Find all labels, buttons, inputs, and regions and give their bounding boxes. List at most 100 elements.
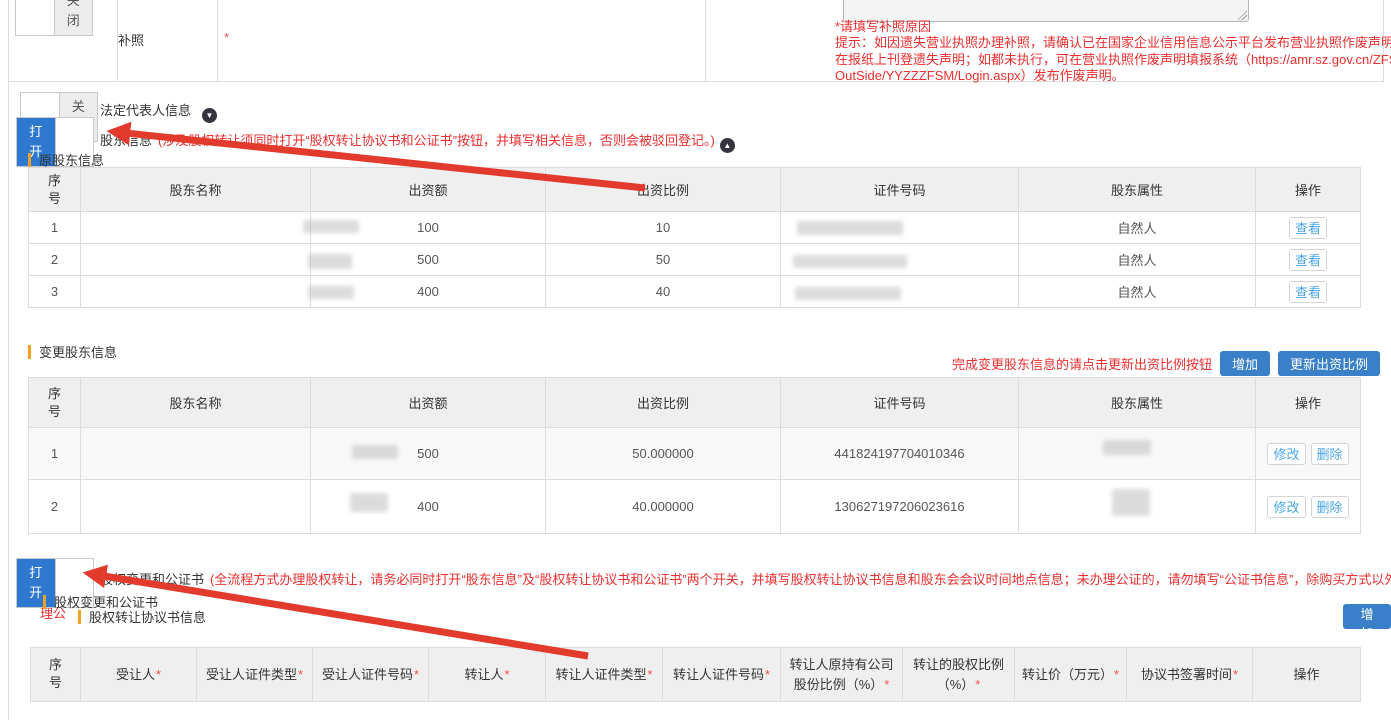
col-header-actions: 操作: [1256, 378, 1361, 428]
cell-attribute: 自然人: [1019, 276, 1256, 308]
table-row: 1 100 10 自然人 查看: [29, 212, 1361, 244]
cell-divider: [705, 0, 706, 81]
cell-actions: 查看: [1256, 276, 1361, 308]
col-header-amount: 出资额: [311, 168, 546, 212]
toggle-state-label: 打开: [29, 563, 43, 603]
cell-ratio: 50: [546, 244, 781, 276]
col-header-attribute: 股东属性: [1019, 168, 1256, 212]
panel-left-border: [8, 0, 9, 720]
col-header-ratio: 出资比例: [546, 378, 781, 428]
cell-actions: 查看: [1256, 244, 1361, 276]
table-header-row: 序号 股东名称 出资额 出资比例 证件号码 股东属性 操作: [29, 168, 1361, 212]
view-button[interactable]: 查看: [1289, 281, 1327, 303]
table-row: 2 400 40.000000 130627197206023616 修改 删除: [29, 480, 1361, 534]
redacted-text: [352, 445, 398, 459]
chevron-up-icon[interactable]: ▲: [720, 138, 735, 153]
cell-name-redacted: [81, 244, 311, 276]
table-row: 2 500 50 自然人 查看: [29, 244, 1361, 276]
col-header-transfer-ratio: 转让的股权比例（%）*: [903, 648, 1015, 702]
table-header-row: 序号 受让人* 受让人证件类型* 受让人证件号码* 转让人* 转让人证件类型* …: [31, 648, 1361, 702]
col-header-transfer-price: 转让价（万元）*: [1015, 648, 1127, 702]
add-shareholder-button[interactable]: 增加: [1220, 351, 1270, 376]
cell-actions: 查看: [1256, 212, 1361, 244]
hint-line: 在报纸上刊登遗失声明；如都未执行，可在营业执照作废声明填报系统（https://…: [835, 52, 1391, 68]
col-header-attribute: 股东属性: [1019, 378, 1256, 428]
redacted-text: [797, 221, 903, 235]
update-ratio-notice: 完成变更股东信息的请点击更新出资比例按钮: [952, 354, 1212, 373]
section-marker: [43, 595, 46, 609]
redacted-text: [308, 286, 354, 299]
cell-name-redacted: [81, 276, 311, 308]
section-marker: [28, 153, 31, 167]
section-marker: [78, 610, 81, 624]
modify-button[interactable]: 修改: [1267, 496, 1305, 518]
cell-divider: [217, 0, 218, 81]
cell-amount: 500: [311, 428, 546, 480]
agreement-title-row: 股权转让协议书信息: [78, 607, 206, 626]
col-header-transferee-cert-type: 受让人证件类型*: [197, 648, 313, 702]
cell-attribute: 自然人: [1019, 244, 1256, 276]
redacted-text: [795, 287, 901, 300]
changed-shareholders-title-row: 变更股东信息: [28, 342, 117, 361]
cell-ratio: 40: [546, 276, 781, 308]
col-header-cert-no: 证件号码: [781, 168, 1019, 212]
col-header-actions: 操作: [1256, 168, 1361, 212]
update-ratio-button[interactable]: 更新出资比例: [1278, 351, 1380, 376]
chevron-down-icon[interactable]: ▼: [202, 108, 217, 123]
legal-rep-title: 法定代表人信息: [100, 103, 191, 118]
original-shareholders-title-row: 原股东信息: [28, 150, 104, 169]
redacted-text: [1103, 440, 1151, 455]
cell-attribute: 自然人: [1019, 212, 1256, 244]
redacted-text: [303, 220, 359, 233]
redacted-text: [350, 493, 388, 512]
reissue-hints: *请填写补照原因 提示：如因遗失营业执照办理补照，请确认已在国家企业信用信息公示…: [835, 19, 1391, 84]
hint-line: OutSide/YYZZZFSM/Login.aspx）发布作废声明。: [835, 68, 1391, 84]
cell-ratio: 50.000000: [546, 428, 781, 480]
modify-button[interactable]: 修改: [1267, 443, 1305, 465]
cell-index: 2: [29, 480, 81, 534]
transfer-agreement-table: 序号 受让人* 受让人证件类型* 受让人证件号码* 转让人* 转让人证件类型* …: [30, 647, 1361, 702]
col-header-index: 序号: [29, 168, 81, 212]
toggle-state-label: 关闭: [66, 0, 80, 31]
cell-index: 2: [29, 244, 81, 276]
col-header-actions: 操作: [1253, 648, 1361, 702]
cell-index: 1: [29, 212, 81, 244]
view-button[interactable]: 查看: [1289, 217, 1327, 239]
col-header-index: 序号: [31, 648, 81, 702]
col-header-transferor-cert-type: 转让人证件类型*: [546, 648, 663, 702]
col-header-name: 股东名称: [81, 378, 311, 428]
col-header-name: 股东名称: [81, 168, 311, 212]
reissue-field-label: 补照: [118, 30, 144, 49]
changed-shareholders-toolbar: 完成变更股东信息的请点击更新出资比例按钮 增加 更新出资比例: [952, 351, 1380, 376]
view-button[interactable]: 查看: [1289, 249, 1327, 271]
cell-ratio: 10: [546, 212, 781, 244]
table-row: 3 400 40 自然人 查看: [29, 276, 1361, 308]
cell-name-redacted: [81, 212, 311, 244]
toggle-off-side: 关闭: [54, 0, 93, 35]
section-marker: [28, 345, 31, 359]
license-reissue-toggle[interactable]: 关闭: [15, 0, 93, 36]
agreement-title: 股权转让协议书信息: [89, 607, 206, 626]
col-header-index: 序号: [29, 378, 81, 428]
changed-shareholders-title: 变更股东信息: [39, 342, 117, 361]
col-header-original-share-ratio: 转让人原持有公司股份比例（%）*: [781, 648, 903, 702]
equity-label-row: 股权变更和公证书(全流程方式办理股权转让，请务必同时打开“股东信息”及“股权转让…: [100, 569, 1391, 588]
shareholder-title: 股东信息: [100, 133, 152, 148]
col-header-transferee: 受让人*: [81, 648, 197, 702]
add-agreement-button[interactable]: 增加: [1343, 604, 1391, 629]
hint-line: *请填写补照原因: [835, 19, 1391, 35]
delete-button[interactable]: 删除: [1311, 496, 1349, 518]
shareholder-label-row: 股东信息(涉及股权转让须同时打开“股权转让协议书和公证书”按钮，并填写相关信息，…: [100, 130, 735, 153]
delete-button[interactable]: 删除: [1311, 443, 1349, 465]
legal-rep-label-row: 法定代表人信息 ▼: [100, 100, 217, 123]
cell-name-redacted: [81, 480, 311, 534]
redacted-text: [308, 254, 352, 269]
table-row: 1 500 50.000000 441824197704010346 修改 删除: [29, 428, 1361, 480]
hint-line: 提示：如因遗失营业执照办理补照，请确认已在国家企业信用信息公示平台发布营业执照作…: [835, 35, 1391, 51]
cell-index: 1: [29, 428, 81, 480]
cell-actions: 修改 删除: [1256, 428, 1361, 480]
equity-warning: (全流程方式办理股权转让，请务必同时打开“股东信息”及“股权转让协议书和公证书”…: [210, 572, 1391, 587]
cell-cert-no: 441824197704010346: [781, 428, 1019, 480]
redacted-text: [1112, 489, 1150, 516]
cell-name-redacted: [81, 428, 311, 480]
